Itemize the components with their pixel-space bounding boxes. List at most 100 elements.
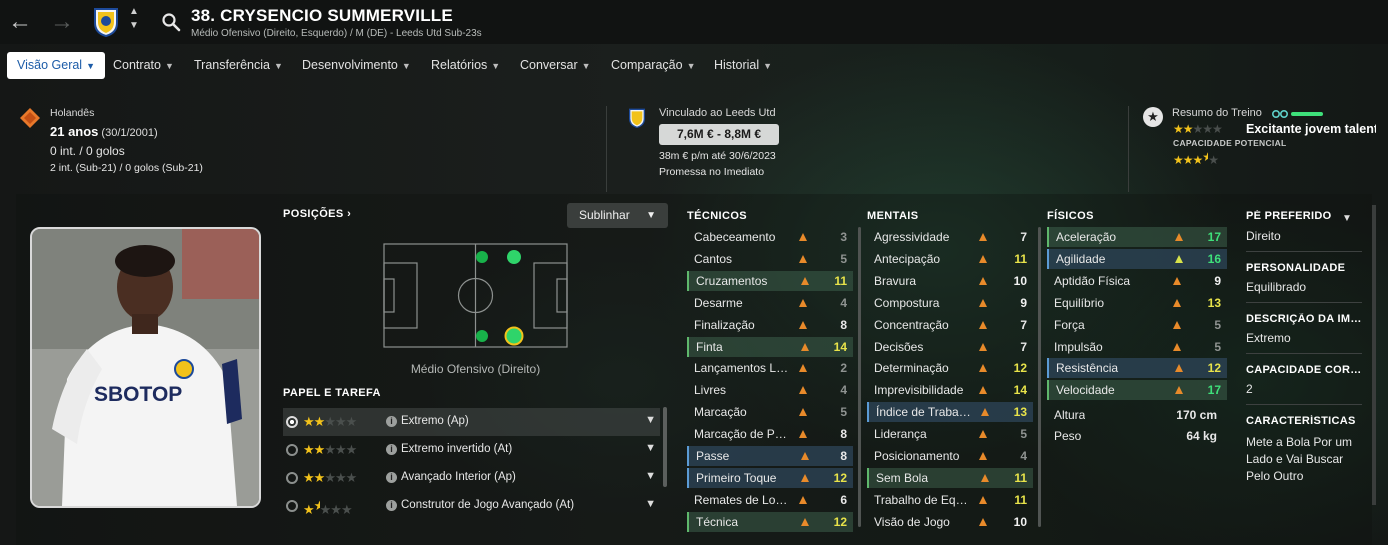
chevron-down-icon[interactable]: ▼ (645, 470, 656, 482)
attribute-row[interactable]: Imprevisibilidade 14 (867, 380, 1033, 400)
attribute-row[interactable]: Bravura 10 (867, 271, 1033, 291)
attribute-row[interactable]: Visão de Jogo 10 (867, 512, 1033, 532)
attribute-row[interactable]: Liderança 5 (867, 424, 1033, 444)
transfer-value[interactable]: 7,6M € - 8,8M € (659, 124, 779, 145)
attribute-row[interactable]: Índice de Trabalho 13 (867, 402, 1033, 423)
search-icon[interactable] (161, 12, 181, 32)
attribute-row[interactable]: Marcação de Penáltis 8 (687, 424, 853, 444)
wage-info: 38m € p/m até 30/6/2023 (659, 150, 776, 162)
arrow-left-icon[interactable]: ← (8, 8, 32, 36)
chevron-right-icon: › (347, 208, 352, 220)
attribute-name: Cabeceamento (694, 230, 776, 244)
attribute-row[interactable]: Aceleração 17 (1047, 227, 1227, 247)
tab-reports[interactable]: Relatórios ▼ (431, 52, 500, 79)
attribute-name: Marcação de Penáltis (694, 427, 790, 442)
attribute-row[interactable]: Trabalho de Equipa 11 (867, 490, 1033, 510)
info-icon[interactable]: i (386, 444, 397, 455)
attribute-row[interactable]: Determinação 12 (867, 358, 1033, 378)
scrollbar[interactable] (1038, 227, 1041, 527)
trend-arrow-icon (799, 408, 807, 417)
attribute-row[interactable]: Desarme 4 (687, 293, 853, 313)
role-row[interactable]: ★★★★★ i Construtor de Jogo Avançado (At)… (283, 492, 660, 520)
role-stars: ★★★★★ (303, 414, 357, 429)
radio-button[interactable] (286, 472, 298, 484)
role-row[interactable]: ★★★★★ i Extremo invertido (At) ▼ (283, 436, 660, 464)
attribute-name: Remates de Longe (694, 492, 790, 507)
attribute-name: Aceleração (1056, 230, 1117, 244)
attribute-name: Visão de Jogo (874, 514, 950, 529)
leeds-crest-icon[interactable] (93, 7, 119, 37)
highlight-button[interactable]: Sublinhar ▼ (567, 203, 668, 228)
role-row[interactable]: ★★★★★ i Avançado Interior (Ap) ▼ (283, 464, 660, 492)
tab-transfer[interactable]: Transferência ▼ (194, 52, 283, 79)
u21-caps: 2 int. (Sub-21) / 0 golos (Sub-21) (50, 162, 203, 174)
tab-label: Transferência (194, 58, 270, 72)
trend-arrow-icon (799, 320, 807, 329)
scrollbar[interactable] (1372, 205, 1376, 505)
attribute-row[interactable]: Finta 14 (687, 336, 853, 357)
radio-button[interactable] (286, 500, 298, 512)
divider (1128, 106, 1129, 192)
info-icon[interactable]: i (386, 500, 397, 511)
chevron-down-icon[interactable]: ▼ (645, 414, 656, 426)
chevron-down-icon[interactable]: ▼ (645, 498, 656, 510)
tab-contract[interactable]: Contrato ▼ (113, 52, 174, 79)
attribute-row[interactable]: Compostura 9 (867, 293, 1033, 313)
attribute-row[interactable]: Passe 8 (687, 446, 853, 466)
attribute-name: Primeiro Toque (696, 470, 777, 485)
attribute-row[interactable]: Lançamentos Longos 2 (687, 358, 853, 378)
attribute-row[interactable]: Equilíbrio 13 (1047, 293, 1227, 313)
attribute-row[interactable]: Concentração 7 (867, 315, 1033, 335)
positions-header[interactable]: POSIÇÕES › (283, 208, 351, 220)
info-icon[interactable]: i (386, 416, 397, 427)
attribute-name: Imprevisibilidade (874, 383, 964, 398)
attribute-row[interactable]: Agilidade 16 (1047, 248, 1227, 269)
arrow-right-icon[interactable]: → (50, 8, 74, 36)
attribute-row[interactable]: Primeiro Toque 12 (687, 467, 853, 488)
attribute-value: 12 (1207, 361, 1221, 376)
attribute-row[interactable]: Cruzamentos 11 (687, 270, 853, 291)
tab-history[interactable]: Historial ▼ (714, 52, 772, 79)
trend-arrow-icon (979, 342, 987, 351)
role-name: Construtor de Jogo Avançado (At) (401, 499, 575, 511)
attribute-row[interactable]: Finalização 8 (687, 315, 853, 335)
tab-comparison[interactable]: Comparação ▼ (611, 52, 696, 79)
attribute-row[interactable]: Resistência 12 (1047, 358, 1227, 379)
star-icon: ★ (1143, 107, 1163, 127)
attribute-row[interactable]: Cabeceamento 3 (687, 227, 853, 247)
attribute-row[interactable]: Velocidade 17 (1047, 380, 1227, 401)
attribute-row[interactable]: Antecipação 11 (867, 249, 1033, 269)
attribute-row[interactable]: Posicionamento 4 (867, 446, 1033, 466)
binoculars-icon (1272, 109, 1323, 119)
attribute-row[interactable]: Livres 4 (687, 380, 853, 400)
preferred-foot-label: PÉ PREFERIDO (1246, 210, 1332, 222)
chevron-down-icon[interactable]: ▼ (645, 442, 656, 454)
attribute-row[interactable]: Marcação 5 (687, 402, 853, 422)
attribute-row[interactable]: Impulsão 5 (1047, 337, 1227, 357)
attribute-row[interactable]: Cantos 5 (687, 249, 853, 269)
attribute-row[interactable]: Técnica 12 (687, 511, 853, 532)
trend-arrow-icon (1173, 276, 1181, 285)
tab-overview[interactable]: Visão Geral ▼ (7, 52, 106, 79)
attribute-row[interactable]: Agressividade 7 (867, 227, 1033, 247)
attribute-row[interactable]: Remates de Longe 6 (687, 490, 853, 510)
attribute-row[interactable]: Decisões 7 (867, 337, 1033, 357)
tab-development[interactable]: Desenvolvimento ▼ (302, 52, 411, 79)
scrollbar[interactable] (858, 227, 861, 527)
trend-arrow-icon (1175, 233, 1183, 241)
attribute-value: 3 (840, 230, 847, 244)
tab-talk[interactable]: Conversar ▼ (520, 52, 591, 79)
attribute-row[interactable]: Aptidão Física 9 (1047, 271, 1227, 291)
radio-button[interactable] (286, 416, 298, 428)
attribute-name: Determinação (874, 361, 949, 376)
player-switch-icon[interactable]: ▲ ▼ (127, 5, 141, 37)
attribute-row[interactable]: Sem Bola 11 (867, 467, 1033, 488)
info-icon[interactable]: i (386, 472, 397, 483)
chevron-down-icon[interactable]: ▼ (1342, 213, 1352, 224)
radio-button[interactable] (286, 444, 298, 456)
role-row[interactable]: ★★★★★ i Extremo (Ap) ▼ (283, 408, 660, 436)
trend-arrow-icon (1175, 386, 1183, 395)
scrollbar[interactable] (663, 407, 667, 487)
attribute-row[interactable]: Força 5 (1047, 315, 1227, 335)
attribute-value: 8 (840, 427, 847, 442)
